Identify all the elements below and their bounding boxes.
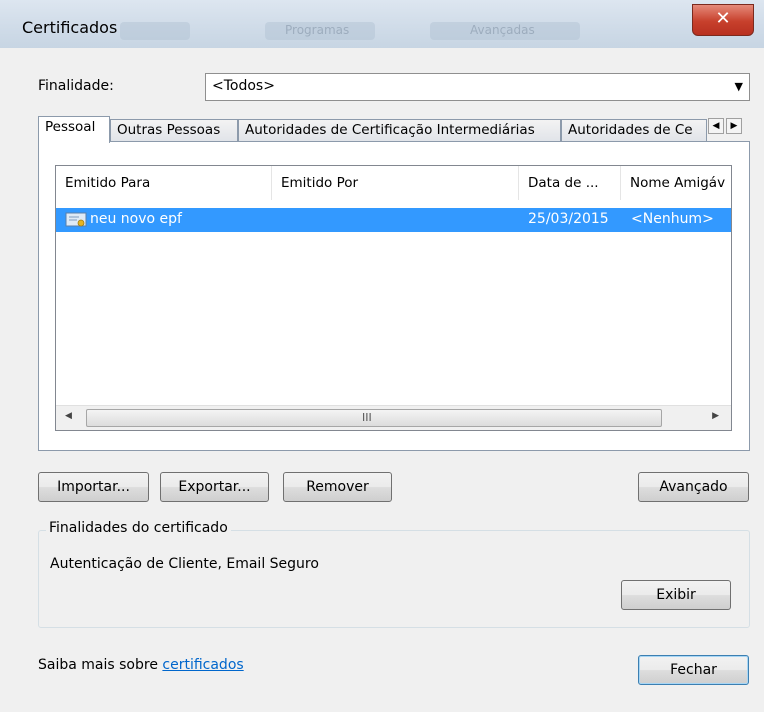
close-button[interactable]: Fechar xyxy=(638,655,749,685)
background-window-blur xyxy=(120,22,190,40)
purpose-dropdown[interactable]: <Todos> ▼ xyxy=(205,73,750,101)
learn-more-prefix: Saiba mais sobre xyxy=(38,657,163,673)
column-header-data[interactable]: Data de ... xyxy=(519,166,621,200)
column-header-emitido-para[interactable]: Emitido Para xyxy=(56,166,272,200)
tab-autoridades-raiz[interactable]: Autoridades de Ce xyxy=(561,119,707,141)
learn-more-text: Saiba mais sobre certificados xyxy=(38,657,244,673)
cell-friendly-name: <Nenhum> xyxy=(631,211,714,227)
tab-scroll-left-icon[interactable]: ◀ xyxy=(708,118,724,134)
view-button[interactable]: Exibir xyxy=(621,580,731,610)
tab-label: Autoridades de Certificação Intermediári… xyxy=(245,122,535,138)
certificate-icon xyxy=(65,212,87,227)
tab-scroll-right-icon[interactable]: ▶ xyxy=(726,118,742,134)
horizontal-scrollbar[interactable]: ◀ III ▶ xyxy=(56,405,731,430)
cell-date: 25/03/2015 xyxy=(528,211,609,227)
purposes-text: Autenticação de Cliente, Email Seguro xyxy=(50,556,319,572)
import-button[interactable]: Importar... xyxy=(38,472,149,502)
purpose-selected-value: <Todos> xyxy=(212,78,275,94)
purposes-group-title: Finalidades do certificado xyxy=(46,520,231,536)
background-tab-programas: Programas xyxy=(265,22,375,40)
close-window-button[interactable]: ✕ xyxy=(692,4,754,36)
tab-label: Outras Pessoas xyxy=(117,122,221,138)
background-tab-label: Avançadas xyxy=(470,23,535,37)
scrollbar-thumb[interactable]: III xyxy=(86,409,662,427)
background-tab-label: Programas xyxy=(285,23,350,37)
scrollbar-grip: III xyxy=(362,411,372,424)
background-tab-avancadas: Avançadas xyxy=(430,22,580,40)
advanced-button[interactable]: Avançado xyxy=(638,472,749,502)
title-bar: Programas Avançadas Certificados ✕ xyxy=(0,0,764,48)
chevron-down-icon: ▼ xyxy=(734,80,743,93)
tab-autoridades-intermediarias[interactable]: Autoridades de Certificação Intermediári… xyxy=(238,119,561,141)
certificate-list[interactable]: Emitido Para Emitido Por Data de ... Nom… xyxy=(55,165,732,431)
table-row[interactable]: neu novo epf 25/03/2015 <Nenhum> xyxy=(56,208,731,232)
scroll-left-icon[interactable]: ◀ xyxy=(65,411,72,421)
remove-button[interactable]: Remover xyxy=(283,472,392,502)
window-title: Certificados xyxy=(22,18,118,37)
tab-label: Pessoal xyxy=(45,119,96,135)
tab-pessoal[interactable]: Pessoal xyxy=(38,116,110,143)
export-button[interactable]: Exportar... xyxy=(160,472,269,502)
tab-outras-pessoas[interactable]: Outras Pessoas xyxy=(110,119,238,141)
scroll-right-icon[interactable]: ▶ xyxy=(712,411,719,421)
column-header-nome-amigavel[interactable]: Nome Amigáv xyxy=(621,166,731,200)
purpose-label: Finalidade: xyxy=(38,78,114,94)
tab-strip: Pessoal Outras Pessoas Autoridades de Ce… xyxy=(38,116,750,143)
column-header-emitido-por[interactable]: Emitido Por xyxy=(272,166,519,200)
purposes-groupbox xyxy=(38,530,750,628)
certificates-link[interactable]: certificados xyxy=(162,657,243,673)
cell-issued-to: neu novo epf xyxy=(90,211,182,227)
tab-label: Autoridades de Ce xyxy=(568,122,693,138)
close-icon: ✕ xyxy=(715,8,731,29)
